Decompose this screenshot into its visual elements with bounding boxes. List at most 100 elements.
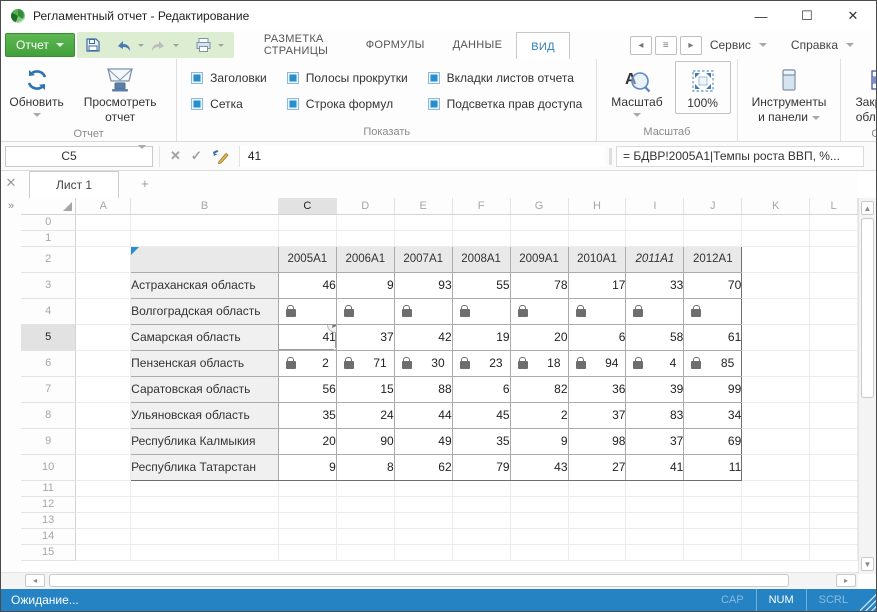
ribbon-tab-вид[interactable]: ВИД [516, 32, 570, 60]
cell-C11[interactable] [278, 480, 336, 496]
cell-B14[interactable] [131, 528, 279, 544]
cell-D13[interactable] [336, 512, 394, 528]
year-header-cell-2010A1[interactable]: 2010A1 [568, 246, 626, 272]
cell-F13[interactable] [452, 512, 510, 528]
minimize-button[interactable]: — [738, 1, 784, 31]
cell-I12[interactable] [626, 496, 684, 512]
row-header-6[interactable]: 6 [21, 350, 76, 376]
cell-C6[interactable]: 2 [278, 350, 336, 376]
row-header-0[interactable]: 0 [21, 214, 76, 230]
year-header-cell-2007A1[interactable]: 2007A1 [394, 246, 452, 272]
year-header-cell-2009A1[interactable]: 2009A1 [510, 246, 568, 272]
cell-E6[interactable]: 30 [394, 350, 452, 376]
cell-K5[interactable] [742, 324, 810, 350]
cell-K3[interactable] [742, 272, 810, 298]
menu-сервис[interactable]: Сервис [702, 38, 775, 52]
cell-F14[interactable] [452, 528, 510, 544]
cell-F1[interactable] [452, 230, 510, 246]
preview-report-button[interactable]: Просмотреть отчет [70, 61, 170, 127]
cell-F10[interactable]: 79 [452, 454, 510, 480]
cell-E3[interactable]: 93 [394, 272, 452, 298]
cell-F0[interactable] [452, 214, 510, 230]
checkbox-сетка[interactable]: Сетка [191, 95, 267, 113]
cell-H1[interactable] [568, 230, 626, 246]
cell-I7[interactable]: 39 [626, 376, 684, 402]
column-header-K[interactable]: K [742, 198, 810, 214]
cell-H15[interactable] [568, 544, 626, 560]
cell-I0[interactable] [626, 214, 684, 230]
cell-A5[interactable] [76, 324, 131, 350]
cell-K10[interactable] [742, 454, 810, 480]
cell-F7[interactable]: 6 [452, 376, 510, 402]
refresh-button[interactable]: Обновить [7, 61, 66, 119]
cell-E9[interactable]: 49 [394, 428, 452, 454]
cell-L10[interactable] [810, 454, 858, 480]
cell-I5[interactable]: 58 [626, 324, 684, 350]
cell-D14[interactable] [336, 528, 394, 544]
row-header-9[interactable]: 9 [21, 428, 76, 454]
cell-H4[interactable] [568, 298, 626, 324]
cell-K15[interactable] [742, 544, 810, 560]
tab-list-button[interactable]: ≡ [655, 36, 677, 55]
formula-input[interactable]: 41 [239, 146, 605, 167]
cell-E13[interactable] [394, 512, 452, 528]
cell-I11[interactable] [626, 480, 684, 496]
cell-E15[interactable] [394, 544, 452, 560]
cell-J3[interactable]: 70 [684, 272, 742, 298]
year-header-cell-2012A1[interactable]: 2012A1 [684, 246, 742, 272]
cell-K1[interactable] [742, 230, 810, 246]
cell-G10[interactable]: 43 [510, 454, 568, 480]
row-header-15[interactable]: 15 [21, 544, 76, 560]
cell-D3[interactable]: 9 [336, 272, 394, 298]
ribbon-tab-разметка-страницы[interactable]: РАЗМЕТКА СТРАНИЦЫ [250, 31, 352, 59]
cell-F11[interactable] [452, 480, 510, 496]
cell-G0[interactable] [510, 214, 568, 230]
cell-G1[interactable] [510, 230, 568, 246]
cell-H5[interactable]: 6 [568, 324, 626, 350]
cell-E14[interactable] [394, 528, 452, 544]
cell-L8[interactable] [810, 402, 858, 428]
year-header-cell-2008A1[interactable]: 2008A1 [452, 246, 510, 272]
scroll-down-icon[interactable]: ▼ [861, 557, 874, 571]
cell-L5[interactable] [810, 324, 858, 350]
cell-H11[interactable] [568, 480, 626, 496]
cell-D4[interactable] [336, 298, 394, 324]
cell-G8[interactable]: 2 [510, 402, 568, 428]
cell-B0[interactable] [131, 214, 279, 230]
cell-G15[interactable] [510, 544, 568, 560]
row-header-1[interactable]: 1 [21, 230, 76, 246]
tab-scroll-left-button[interactable]: ◂ [630, 36, 652, 55]
column-header-D[interactable]: D [336, 198, 394, 214]
column-header-J[interactable]: J [684, 198, 742, 214]
cell-I14[interactable] [626, 528, 684, 544]
scroll-up-icon[interactable]: ▲ [861, 201, 874, 215]
tab-scroll-right-button[interactable]: ▸ [680, 36, 702, 55]
cell-E4[interactable] [394, 298, 452, 324]
cell-J14[interactable] [684, 528, 742, 544]
sheet-tab-active[interactable]: Лист 1 [29, 171, 119, 198]
cell-H14[interactable] [568, 528, 626, 544]
cell-E5[interactable]: 42 [394, 324, 452, 350]
cell-I15[interactable] [626, 544, 684, 560]
cell-H8[interactable]: 37 [568, 402, 626, 428]
cell-A11[interactable] [76, 480, 131, 496]
cell-A3[interactable] [76, 272, 131, 298]
cell-L12[interactable] [810, 496, 858, 512]
column-header-H[interactable]: H [568, 198, 626, 214]
year-header-cell-2005A1[interactable]: 2005A1 [278, 246, 336, 272]
column-header-F[interactable]: F [452, 198, 510, 214]
region-name-cell[interactable]: Волгоградская область [131, 298, 279, 324]
cell-A8[interactable] [76, 402, 131, 428]
ribbon-tab-данные[interactable]: ДАННЫЕ [439, 31, 517, 59]
name-box-dropdown-icon[interactable] [132, 149, 152, 163]
row-header-2[interactable]: 2 [21, 246, 76, 272]
cell-K4[interactable] [742, 298, 810, 324]
cell-F8[interactable]: 45 [452, 402, 510, 428]
year-header-cell-2006A1[interactable]: 2006A1 [336, 246, 394, 272]
column-header-E[interactable]: E [394, 198, 452, 214]
region-name-cell[interactable]: Астраханская область [131, 272, 279, 298]
cell-C15[interactable] [278, 544, 336, 560]
cell-J0[interactable] [684, 214, 742, 230]
cell-B15[interactable] [131, 544, 279, 560]
column-header-L[interactable]: L [810, 198, 858, 214]
